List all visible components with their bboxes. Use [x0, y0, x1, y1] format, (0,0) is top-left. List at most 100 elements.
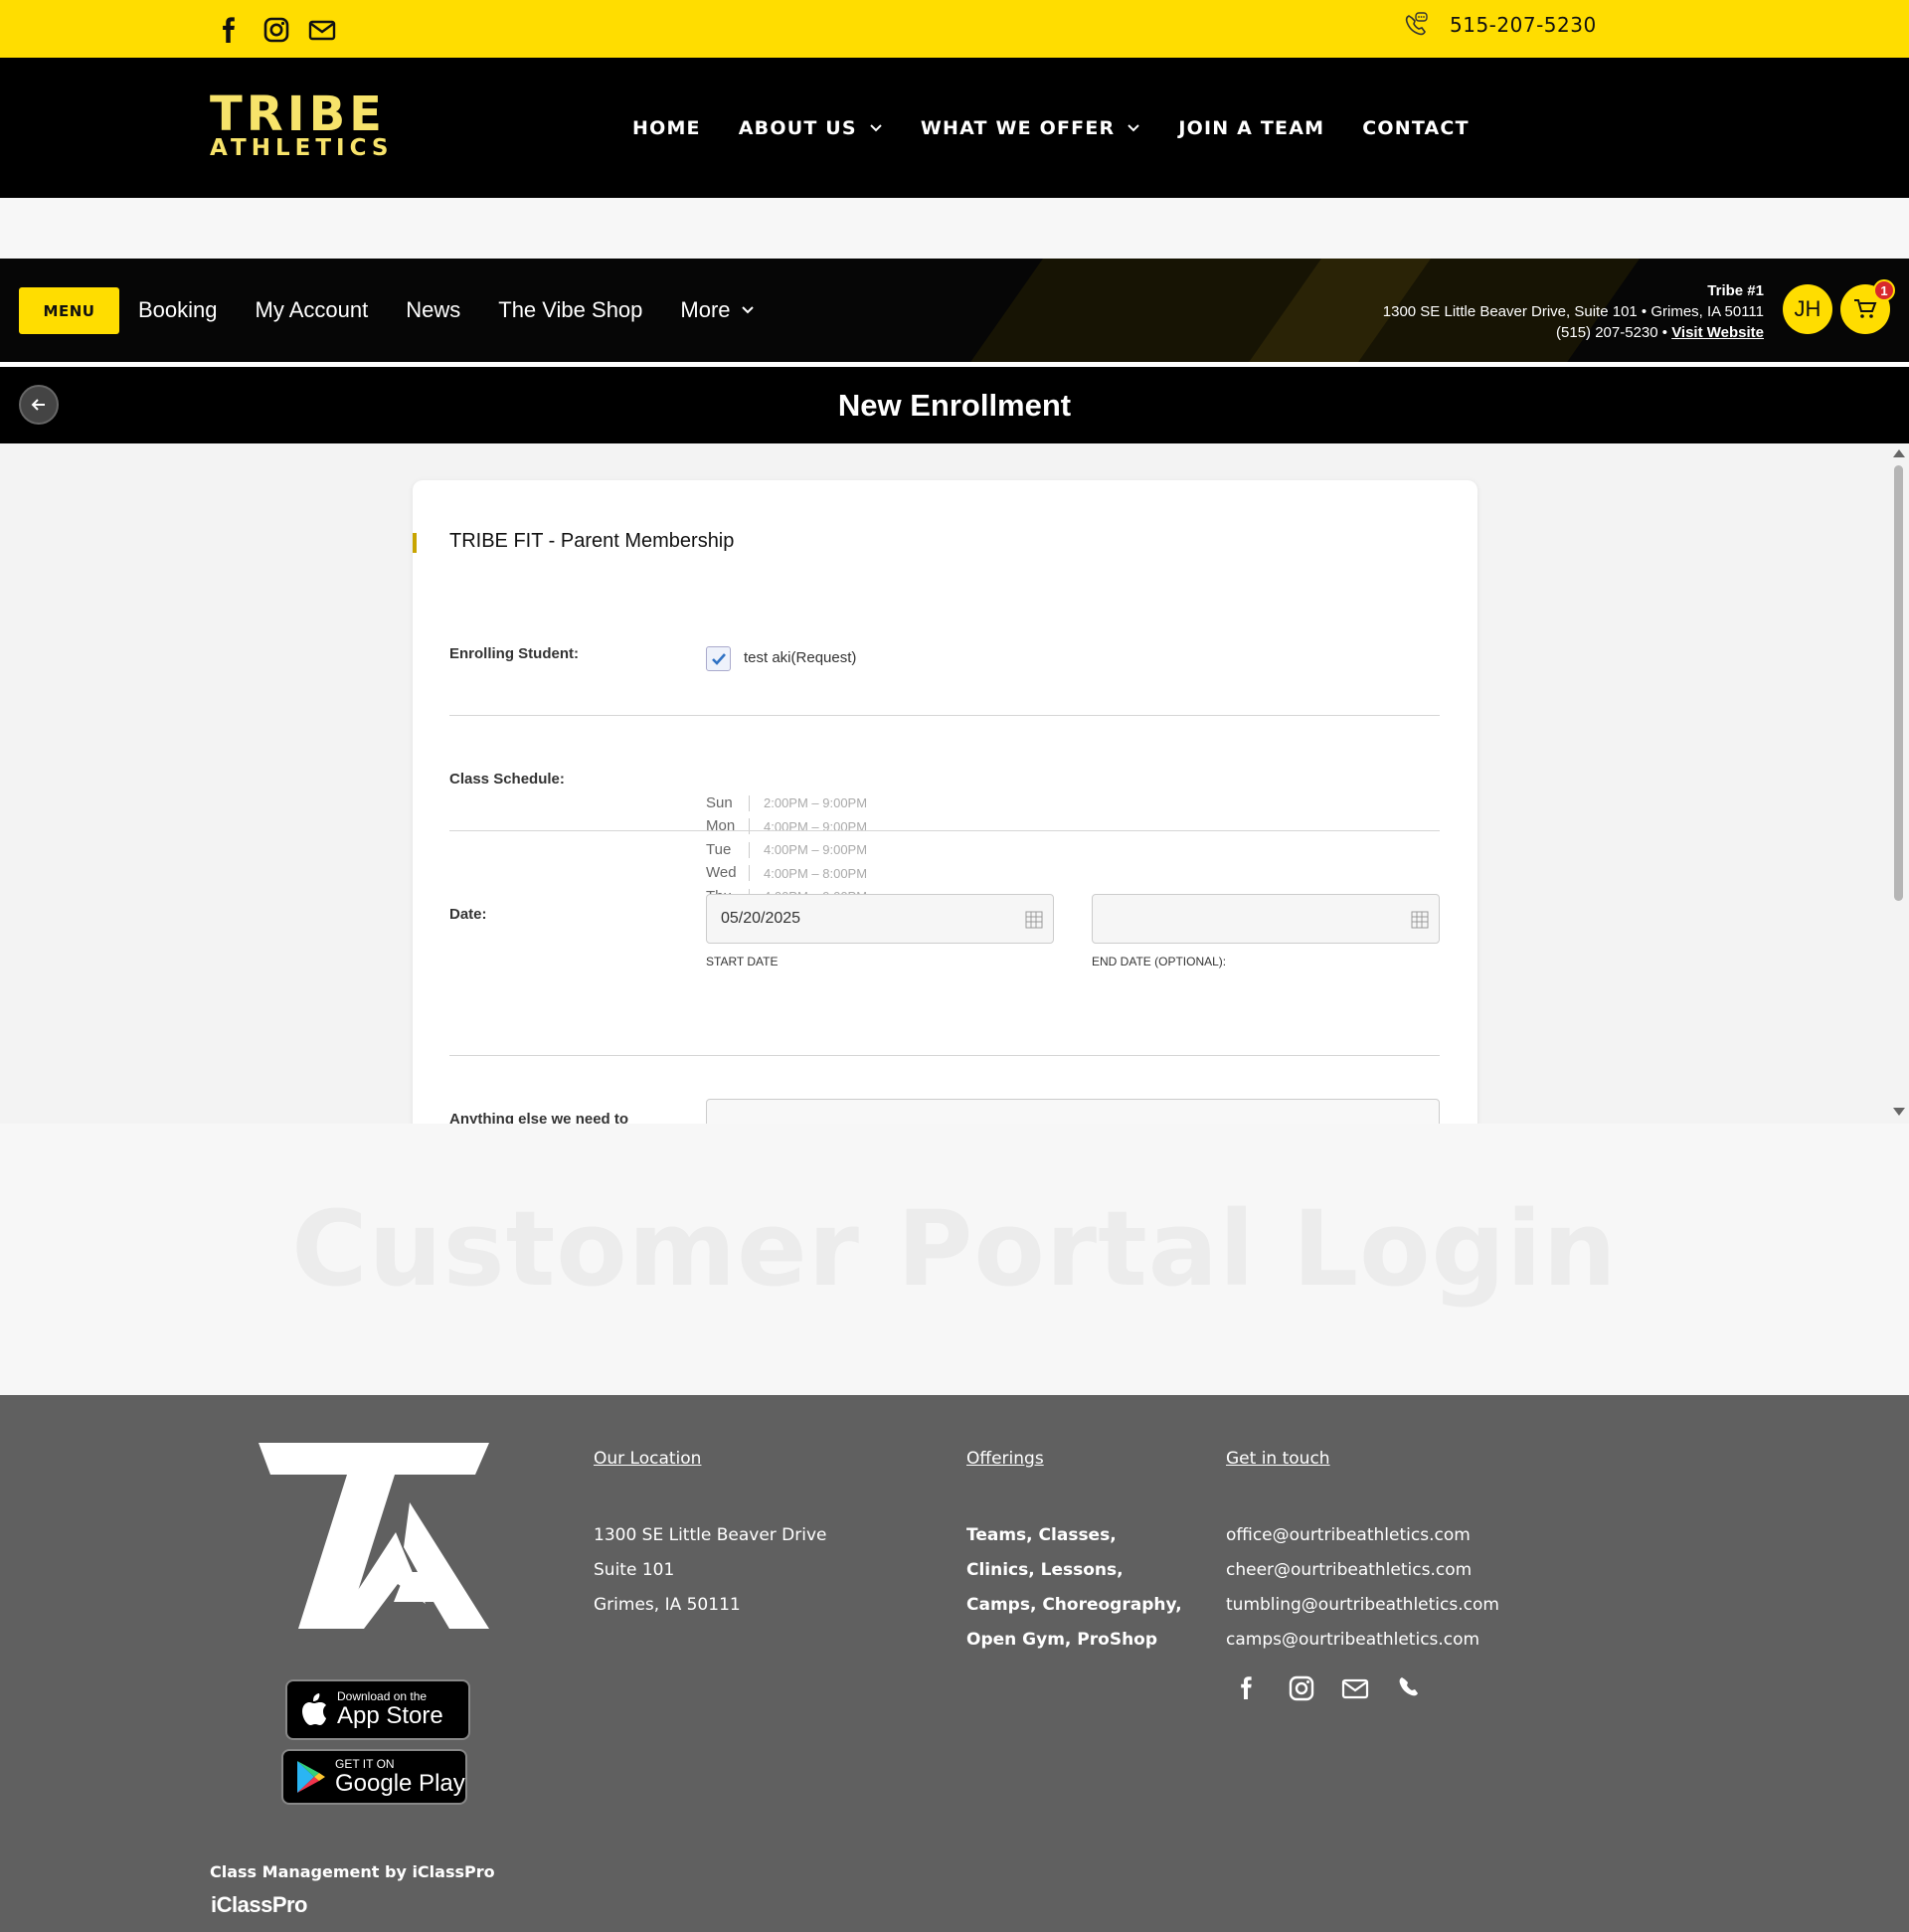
- footer-offering-line[interactable]: Open Gym, ProShop: [966, 1623, 1182, 1658]
- iclasspro-credit[interactable]: Class Management by iClassPro: [210, 1862, 495, 1881]
- mail-icon[interactable]: [1339, 1672, 1371, 1704]
- class-name: TRIBE FIT - Parent Membership: [449, 530, 735, 552]
- schedule-row: Sun 2:00PM – 9:00PM: [706, 791, 867, 815]
- schedule-row: Wed 4:00PM – 8:00PM: [706, 862, 867, 886]
- instagram-icon[interactable]: [1286, 1672, 1317, 1704]
- site-header: TRIBE ATHLETICS HOME ABOUT US WHAT WE OF…: [0, 58, 1909, 198]
- facebook-icon[interactable]: [1232, 1672, 1264, 1704]
- nav-what-we-offer-label: WHAT WE OFFER: [920, 116, 1116, 139]
- mail-icon[interactable]: [306, 14, 338, 46]
- enrolling-student-label: Enrolling Student:: [449, 645, 579, 662]
- iclasspro-logo[interactable]: iClassPro: [211, 1892, 308, 1918]
- class-schedule-label: Class Schedule:: [449, 771, 565, 788]
- start-date-caption: START DATE: [706, 955, 779, 968]
- schedule-time: 2:00PM – 9:00PM: [764, 795, 868, 811]
- nav-about-us[interactable]: ABOUT US: [739, 117, 883, 139]
- location-address: 1300 SE Little Beaver Drive, Suite 101 •…: [1382, 303, 1764, 320]
- ta-monogram-logo: [259, 1443, 489, 1629]
- schedule-day: Sun: [706, 794, 750, 811]
- nav-join-a-team-label: JOIN A TEAM: [1178, 116, 1325, 139]
- location-name: Tribe #1: [1707, 282, 1764, 299]
- student-checkbox[interactable]: [706, 646, 731, 671]
- checkmark-icon: [711, 652, 726, 665]
- portal-link-booking[interactable]: Booking: [138, 297, 218, 323]
- schedule-time: 4:00PM – 8:00PM: [764, 865, 868, 881]
- location-phone: (515) 207-5230 •: [1556, 324, 1668, 341]
- page-title: New Enrollment: [837, 388, 1072, 423]
- footer-offering-line[interactable]: Camps, Choreography,: [966, 1588, 1182, 1623]
- app-store-button[interactable]: Download on the App Store: [285, 1679, 470, 1740]
- site-footer: Download on the App Store GET IT ON Goog…: [0, 1395, 1909, 1932]
- visit-website-link[interactable]: Visit Website: [1671, 324, 1764, 341]
- facebook-icon[interactable]: [215, 14, 247, 46]
- back-button[interactable]: [19, 385, 59, 425]
- top-contact-bar: 515-207-5230: [0, 0, 1909, 58]
- nav-about-us-label: ABOUT US: [738, 116, 857, 139]
- footer-contact-heading[interactable]: Get in touch: [1226, 1449, 1499, 1469]
- footer-email-link[interactable]: cheer@ourtribeathletics.com: [1226, 1553, 1499, 1588]
- footer-offerings-column: Offerings Teams, Classes, Clinics, Lesso…: [966, 1449, 1182, 1658]
- footer-email-link[interactable]: camps@ourtribeathletics.com: [1226, 1623, 1499, 1658]
- divider: [449, 830, 1440, 831]
- scrollbar-thumb[interactable]: [1894, 465, 1903, 901]
- footer-offering-line[interactable]: Clinics, Lessons,: [966, 1553, 1182, 1588]
- footer-social-links: [1232, 1672, 1425, 1704]
- more-label: More: [680, 297, 731, 322]
- footer-email-link[interactable]: office@ourtribeathletics.com: [1226, 1518, 1499, 1553]
- footer-offerings-heading[interactable]: Offerings: [966, 1449, 1182, 1469]
- portal-link-news[interactable]: News: [406, 297, 460, 323]
- divider: [449, 715, 1440, 716]
- card-accent-bar: [413, 533, 417, 553]
- nav-home[interactable]: HOME: [632, 117, 701, 139]
- google-play-button[interactable]: GET IT ON Google Play: [281, 1749, 467, 1805]
- cart-count-badge: 1: [1873, 279, 1895, 301]
- scroll-down-arrow-icon[interactable]: [1893, 1108, 1905, 1116]
- user-avatar[interactable]: JH: [1783, 284, 1832, 334]
- start-date-input[interactable]: 05/20/2025: [706, 894, 1054, 944]
- ghost-heading: Customer Portal Login: [291, 1188, 1618, 1310]
- portal-link-my-account[interactable]: My Account: [256, 297, 369, 323]
- scroll-up-arrow-icon[interactable]: [1893, 449, 1905, 457]
- nav-contact-label: CONTACT: [1362, 116, 1470, 139]
- footer-address-line: 1300 SE Little Beaver Drive: [594, 1525, 827, 1545]
- date-label: Date:: [449, 906, 487, 923]
- end-date-input[interactable]: [1092, 894, 1440, 944]
- google-play-icon: [297, 1761, 325, 1793]
- schedule-time: 4:00PM – 9:00PM: [764, 842, 868, 858]
- main-nav: HOME ABOUT US WHAT WE OFFER JOIN A TEAM …: [632, 58, 1470, 198]
- apple-icon: [302, 1692, 326, 1725]
- nav-contact[interactable]: CONTACT: [1362, 117, 1470, 139]
- footer-location-heading[interactable]: Our Location: [594, 1449, 827, 1469]
- page-title-bar: New Enrollment: [0, 367, 1909, 443]
- schedule-time: 4:00PM – 9:00PM: [764, 818, 868, 834]
- notes-textarea[interactable]: [706, 1099, 1440, 1124]
- nav-what-we-offer[interactable]: WHAT WE OFFER: [921, 117, 1141, 139]
- top-phone-number[interactable]: 515-207-5230: [1450, 13, 1597, 37]
- footer-email-link[interactable]: tumbling@ourtribeathletics.com: [1226, 1588, 1499, 1623]
- top-social-links: [215, 14, 338, 46]
- portal-nav-links: Booking My Account News The Vibe Shop Mo…: [138, 259, 755, 362]
- google-play-small-text: GET IT ON: [335, 1756, 395, 1771]
- chevron-down-icon: [1128, 123, 1140, 131]
- menu-button[interactable]: MENU: [19, 287, 119, 334]
- logo-line1: TRIBE: [210, 87, 386, 142]
- instagram-icon[interactable]: [260, 14, 292, 46]
- footer-address-line: Grimes, IA 50111: [594, 1595, 741, 1615]
- nav-home-label: HOME: [632, 116, 701, 139]
- schedule-row: Tue 4:00PM – 9:00PM: [706, 838, 867, 862]
- nav-join-a-team[interactable]: JOIN A TEAM: [1178, 117, 1324, 139]
- portal-link-vibe-shop[interactable]: The Vibe Shop: [498, 297, 642, 323]
- portal-link-more[interactable]: More: [680, 297, 754, 323]
- phone-icon[interactable]: [1393, 1672, 1425, 1704]
- top-phone[interactable]: 515-207-5230: [1402, 11, 1597, 39]
- footer-offering-line[interactable]: Teams, Classes,: [966, 1518, 1182, 1553]
- logo-line2: ATHLETICS: [210, 135, 394, 161]
- header-spacer: [0, 198, 1909, 259]
- calendar-icon[interactable]: [1025, 911, 1043, 929]
- enrollment-frame: TRIBE FIT - Parent Membership Enrolling …: [0, 443, 1909, 1124]
- schedule-day: Tue: [706, 841, 750, 858]
- tribe-athletics-logo[interactable]: TRIBE ATHLETICS: [210, 87, 399, 161]
- student-name[interactable]: test aki(Request): [744, 649, 856, 666]
- calendar-icon[interactable]: [1411, 911, 1429, 929]
- app-store-big-text: App Store: [337, 1702, 443, 1729]
